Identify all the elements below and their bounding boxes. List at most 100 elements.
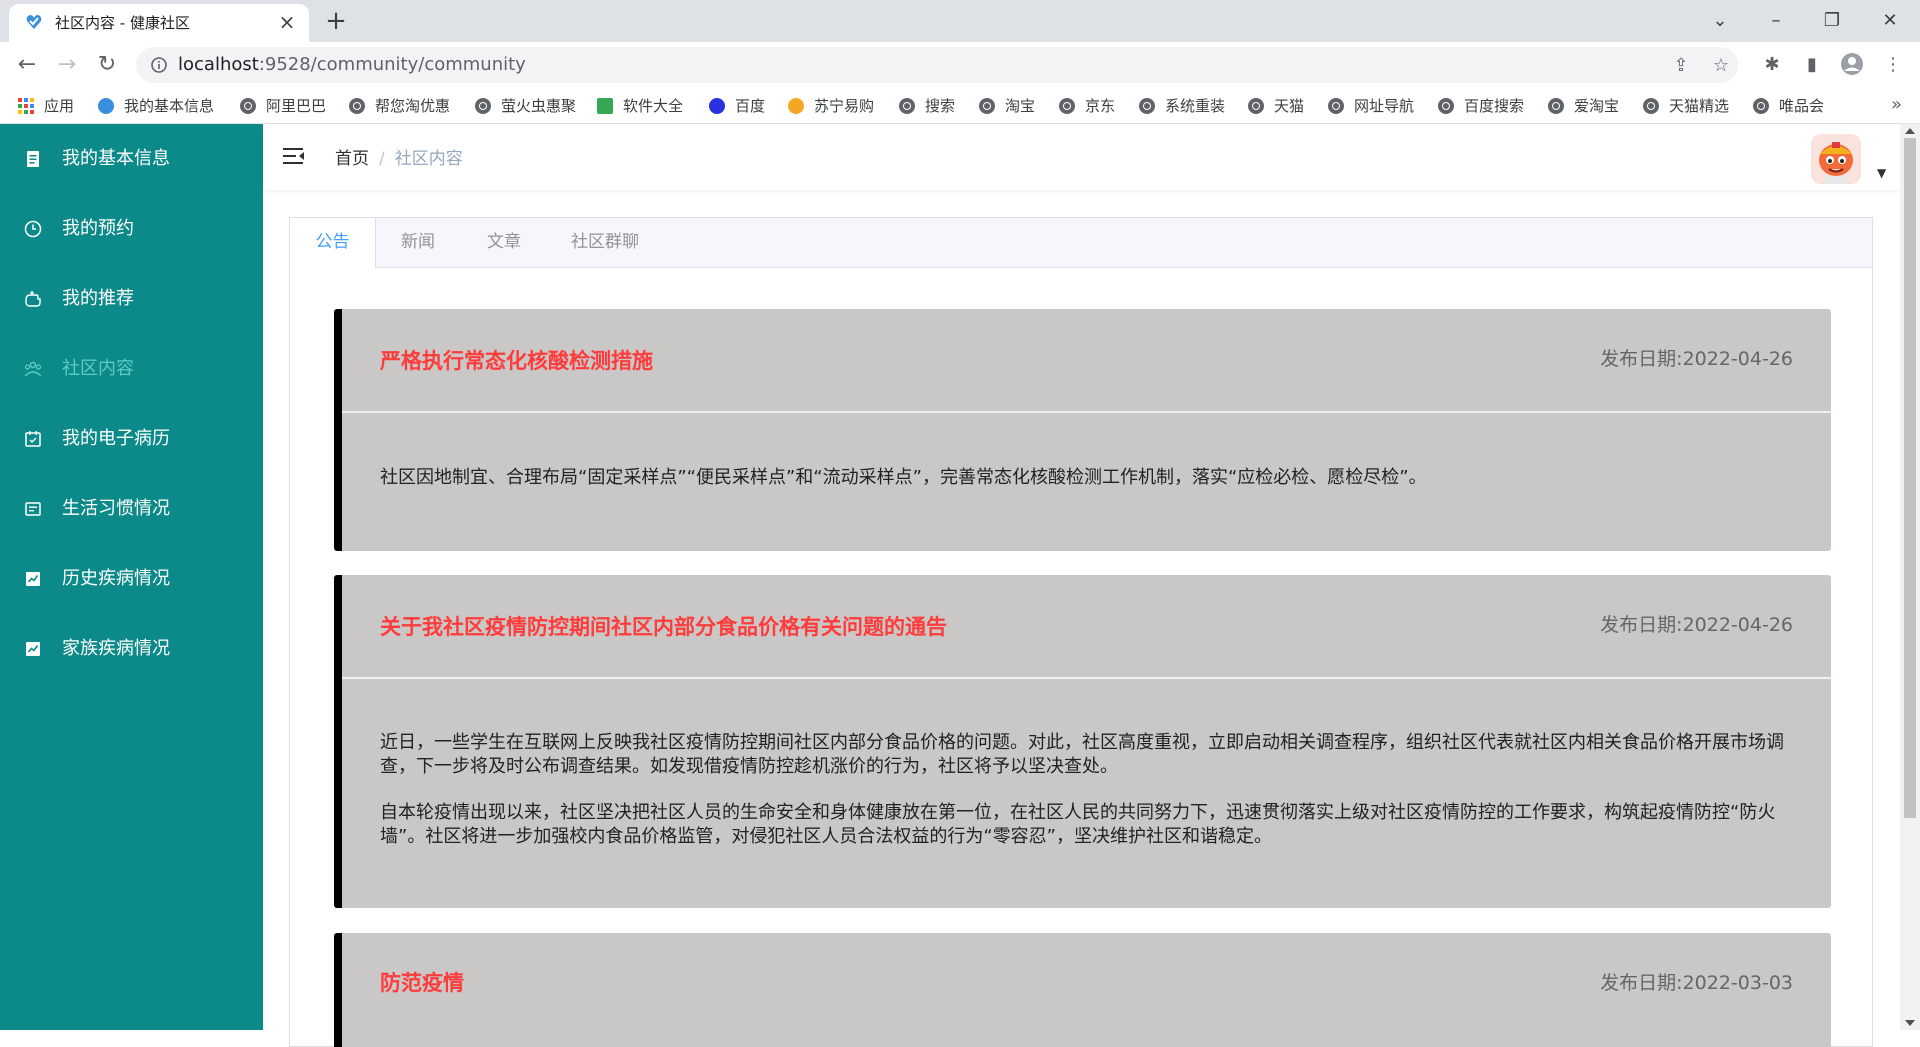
notice-date: 发布日期:2022-04-26 [1600, 614, 1793, 636]
sidebar-item-basic-info[interactable]: 我的基本信息 [0, 124, 263, 194]
bookmark-item[interactable]: 唯品会 [1753, 95, 1824, 117]
minimize-icon[interactable]: – [1762, 8, 1790, 34]
bookmark-label: 爱淘宝 [1574, 97, 1620, 115]
extensions-icon[interactable]: ✱ [1759, 52, 1785, 78]
sidebar-item-label: 我的电子病历 [62, 428, 170, 449]
notice-title[interactable]: 防范疫情 [380, 969, 464, 997]
tab-community-chat[interactable]: 社区群聊 [547, 218, 663, 267]
sidebar-item-label: 我的推荐 [62, 288, 134, 309]
browser-tab[interactable]: 社区内容 - 健康社区 × [9, 4, 309, 42]
bookmark-item[interactable]: 百度 [709, 95, 765, 117]
tab-search-icon[interactable]: ⌄ [1706, 8, 1734, 34]
reload-icon[interactable]: ↻ [93, 51, 121, 79]
back-icon[interactable]: ← [13, 51, 41, 79]
bookmark-label: 应用 [44, 97, 75, 115]
breadcrumb-home[interactable]: 首页 [335, 149, 369, 169]
address-bar[interactable]: localhost:9528/community/community ⇪ ☆ [136, 47, 1738, 83]
bookmark-label: 阿里巴巴 [266, 97, 327, 115]
page-scrollbar[interactable] [1900, 124, 1920, 1030]
browser-tab-title: 社区内容 - 健康社区 [55, 14, 190, 32]
scroll-down-icon[interactable] [1905, 1020, 1915, 1026]
sidebar-item-lifestyle[interactable]: 生活习惯情况 [0, 474, 263, 544]
bookmark-item[interactable]: 软件大全 [597, 95, 683, 117]
notice-card[interactable]: 严格执行常态化核酸检测措施 发布日期:2022-04-26 社区因地制宜、合理布… [334, 309, 1831, 551]
tab-articles[interactable]: 文章 [461, 218, 547, 267]
bookmark-label: 我的基本信息 [124, 97, 215, 115]
sidebar-item-medical-record[interactable]: 我的电子病历 [0, 404, 263, 474]
bookmark-label: 唯品会 [1779, 97, 1825, 115]
bookmark-item[interactable]: 阿里巴巴 [240, 95, 326, 117]
scroll-up-icon[interactable] [1905, 128, 1915, 134]
bookmark-item[interactable]: 京东 [1059, 95, 1115, 117]
tabs-header: 公告 新闻 文章 社区群聊 [290, 218, 1872, 268]
sidebar-item-label: 我的预约 [62, 218, 134, 239]
site-info-icon[interactable] [150, 56, 168, 74]
bookmark-item[interactable]: 搜索 [899, 95, 955, 117]
bookmark-item[interactable]: 系统重装 [1139, 95, 1225, 117]
tab-news[interactable]: 新闻 [375, 218, 461, 267]
notice-card[interactable]: 关于我社区疫情防控期间社区内部分食品价格有关问题的通告 发布日期:2022-04… [334, 575, 1831, 908]
notes-icon [25, 502, 41, 516]
notice-header: 严格执行常态化核酸检测措施 发布日期:2022-04-26 [342, 309, 1831, 413]
globe-icon [240, 98, 256, 114]
more-bookmarks-icon[interactable]: » [1891, 94, 1902, 115]
bookmark-label: 软件大全 [623, 97, 684, 115]
caret-down-icon[interactable]: ▼ [1877, 166, 1886, 180]
bookmark-label: 淘宝 [1005, 97, 1036, 115]
browser-menu-icon[interactable]: ⋮ [1880, 52, 1906, 78]
new-tab-icon[interactable]: + [322, 8, 350, 36]
sidebar-item-appointments[interactable]: 我的预约 [0, 194, 263, 264]
restore-icon[interactable]: ❐ [1818, 8, 1846, 34]
sidebar-item-disease-history[interactable]: 历史疾病情况 [0, 544, 263, 614]
notice-body: 近日，一些学生在互联网上反映我社区疫情防控期间社区内部分食品价格的问题。对此，社… [380, 731, 1790, 871]
sidebar-item-family-history[interactable]: 家族疾病情况 [0, 614, 263, 684]
sidebar-item-recommendations[interactable]: 我的推荐 [0, 264, 263, 334]
bookmark-label: 天猫 [1274, 97, 1305, 115]
avatar-image [1811, 134, 1861, 184]
avatar[interactable] [1811, 134, 1861, 184]
sidebar: 我的基本信息 我的预约 我的推荐 社区内容 我的电子病历 生活习惯情况 历史疾病… [0, 124, 263, 1030]
bookmark-item[interactable]: 天猫 [1248, 95, 1304, 117]
bookmark-item[interactable]: 萤火虫惠聚 [475, 95, 576, 117]
scrollbar-thumb[interactable] [1904, 138, 1916, 818]
hamburger-icon[interactable] [283, 146, 305, 166]
sidebar-item-community[interactable]: 社区内容 [0, 334, 263, 404]
bookmark-item[interactable]: 百度搜索 [1438, 95, 1524, 117]
notice-title[interactable]: 严格执行常态化核酸检测措施 [380, 347, 653, 375]
forward-icon[interactable]: → [53, 51, 81, 79]
document-icon [27, 151, 39, 167]
close-window-icon[interactable]: ✕ [1876, 8, 1904, 34]
bookmark-apps[interactable]: 应用 [18, 95, 74, 117]
browser-tab-strip: 社区内容 - 健康社区 × + ⌄ – ❐ ✕ [0, 0, 1920, 42]
bookmark-item[interactable]: 网址导航 [1328, 95, 1414, 117]
globe-icon [1059, 98, 1075, 114]
globe-icon [1139, 98, 1155, 114]
sidebar-item-label: 历史疾病情况 [62, 568, 170, 589]
bookmark-item[interactable]: 帮您淘优惠 [349, 95, 450, 117]
bookmark-item[interactable]: 苏宁易购 [788, 95, 874, 117]
notice-body: 社区因地制宜、合理布局“固定采样点”“便民采样点”和“流动采样点”，完善常态化核… [380, 466, 1790, 512]
bookmark-label: 百度 [735, 97, 766, 115]
bookmark-star-icon[interactable]: ☆ [1710, 55, 1732, 77]
profile-icon[interactable] [1839, 52, 1865, 78]
community-icon [24, 361, 42, 377]
share-icon[interactable]: ⇪ [1670, 55, 1692, 77]
bookmark-item[interactable]: 天猫精选 [1643, 95, 1729, 117]
close-tab-icon[interactable]: × [277, 12, 297, 32]
clock-icon [24, 220, 42, 238]
url-host: localhost [178, 54, 259, 75]
globe-icon [899, 98, 915, 114]
bookmark-item[interactable]: 爱淘宝 [1548, 95, 1619, 117]
bookmarks-bar: 应用 我的基本信息 阿里巴巴 帮您淘优惠 萤火虫惠聚 软件大全 百度 苏宁易购 … [0, 88, 1920, 124]
notice-title[interactable]: 关于我社区疫情防控期间社区内部分食品价格有关问题的通告 [380, 613, 947, 641]
tab-announcements[interactable]: 公告 [290, 218, 376, 268]
notice-header: 关于我社区疫情防控期间社区内部分食品价格有关问题的通告 发布日期:2022-04… [342, 575, 1831, 679]
bookmark-item[interactable]: 我的基本信息 [98, 95, 214, 117]
chart-icon [26, 572, 40, 586]
breadcrumb-separator: / [379, 149, 385, 169]
hand-icon [25, 291, 41, 307]
bookmark-label: 天猫精选 [1669, 97, 1730, 115]
bookmark-item[interactable]: 淘宝 [979, 95, 1035, 117]
bookmark-label: 系统重装 [1165, 97, 1226, 115]
side-panel-icon[interactable]: ▮ [1799, 52, 1825, 78]
